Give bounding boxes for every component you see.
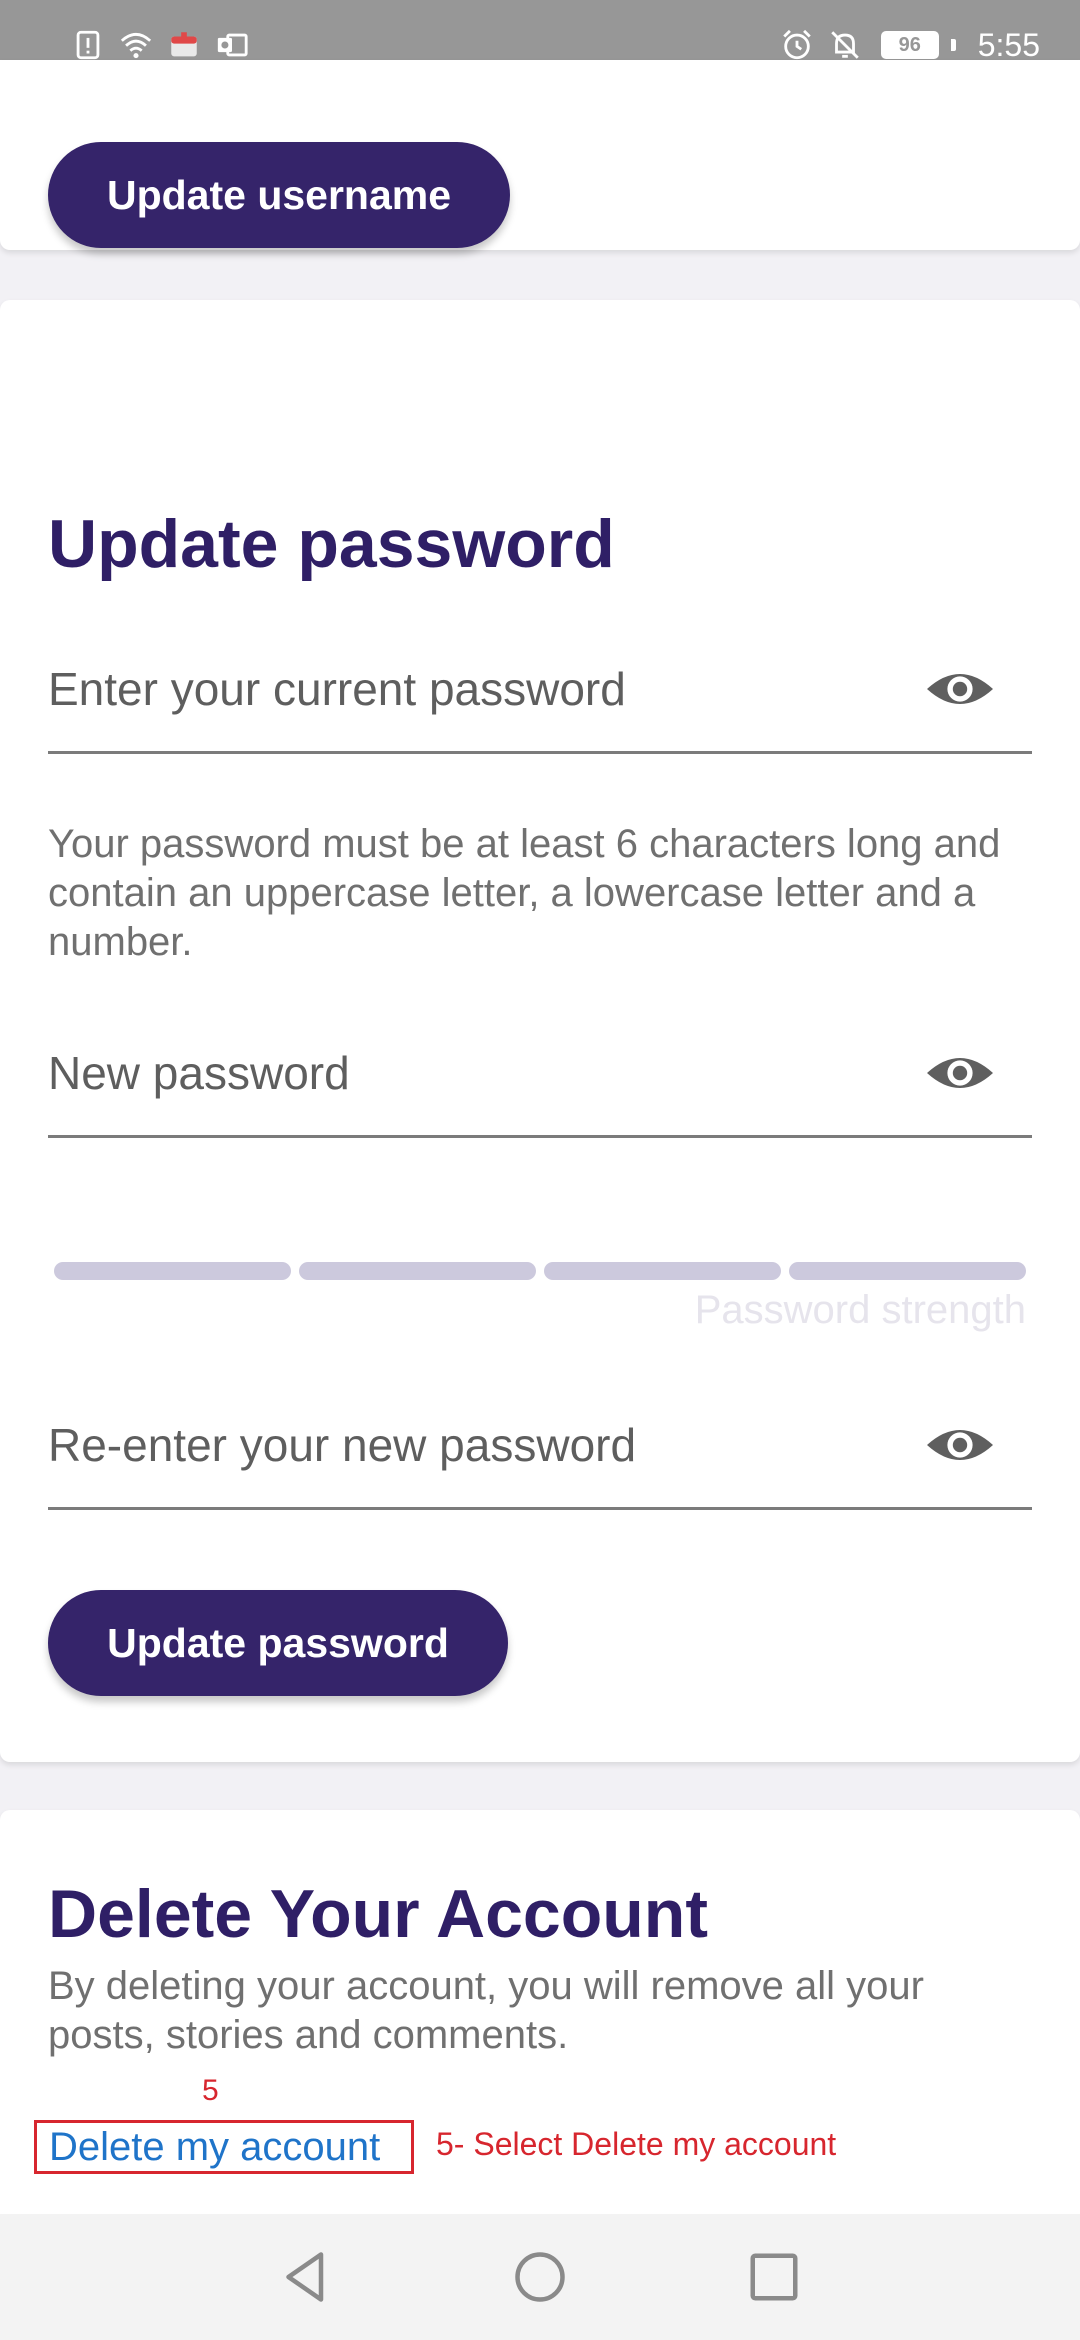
annotation-step-text: 5- Select Delete my account <box>436 2126 837 2162</box>
alarm-icon <box>779 27 815 63</box>
recents-icon[interactable] <box>742 2245 806 2309</box>
password-strength-meter <box>54 1262 1026 1282</box>
wifi-icon <box>118 27 154 63</box>
alert-icon <box>70 27 106 63</box>
password-section-title: Update password <box>48 506 615 582</box>
delete-section-title: Delete Your Account <box>48 1876 708 1952</box>
strength-segment <box>789 1262 1026 1280</box>
system-nav-bar <box>0 2214 1080 2340</box>
strength-segment <box>299 1262 536 1280</box>
app-icon <box>166 27 202 63</box>
new-password-field[interactable]: New password <box>48 1010 1032 1138</box>
confirm-password-field[interactable]: Re-enter your new password <box>48 1382 1032 1510</box>
delete-description: By deleting your account, you will remov… <box>48 1964 924 2057</box>
strength-segment <box>544 1262 781 1280</box>
password-hint: Your password must be at least 6 charact… <box>48 822 1001 964</box>
strength-segment <box>54 1262 291 1280</box>
battery-tip <box>950 39 956 51</box>
outlook-icon <box>214 27 250 63</box>
delete-account-link[interactable]: Delete my account <box>34 2120 414 2174</box>
username-card: Update username <box>0 60 1080 250</box>
mute-icon <box>827 27 863 63</box>
battery-indicator: 96 <box>880 31 939 59</box>
update-username-button[interactable]: Update username <box>48 142 510 248</box>
status-left-icons <box>70 27 250 63</box>
current-password-placeholder: Enter your current password <box>48 662 626 715</box>
update-password-button[interactable]: Update password <box>48 1590 508 1696</box>
delete-account-link-label: Delete my account <box>49 2124 381 2169</box>
eye-icon[interactable] <box>924 1409 996 1481</box>
status-right-icons: 96 5:55 <box>779 27 1040 64</box>
confirm-password-placeholder: Re-enter your new password <box>48 1418 637 1471</box>
status-time: 5:55 <box>977 26 1040 63</box>
password-strength-label: Password strength <box>694 1288 1026 1332</box>
eye-icon[interactable] <box>924 1037 996 1109</box>
current-password-field[interactable]: Enter your current password <box>48 626 1032 754</box>
new-password-placeholder: New password <box>48 1046 350 1099</box>
eye-icon[interactable] <box>924 653 996 725</box>
annotation-step-number: 5 <box>202 2074 219 2107</box>
home-icon[interactable] <box>508 2245 572 2309</box>
back-icon[interactable] <box>274 2245 338 2309</box>
